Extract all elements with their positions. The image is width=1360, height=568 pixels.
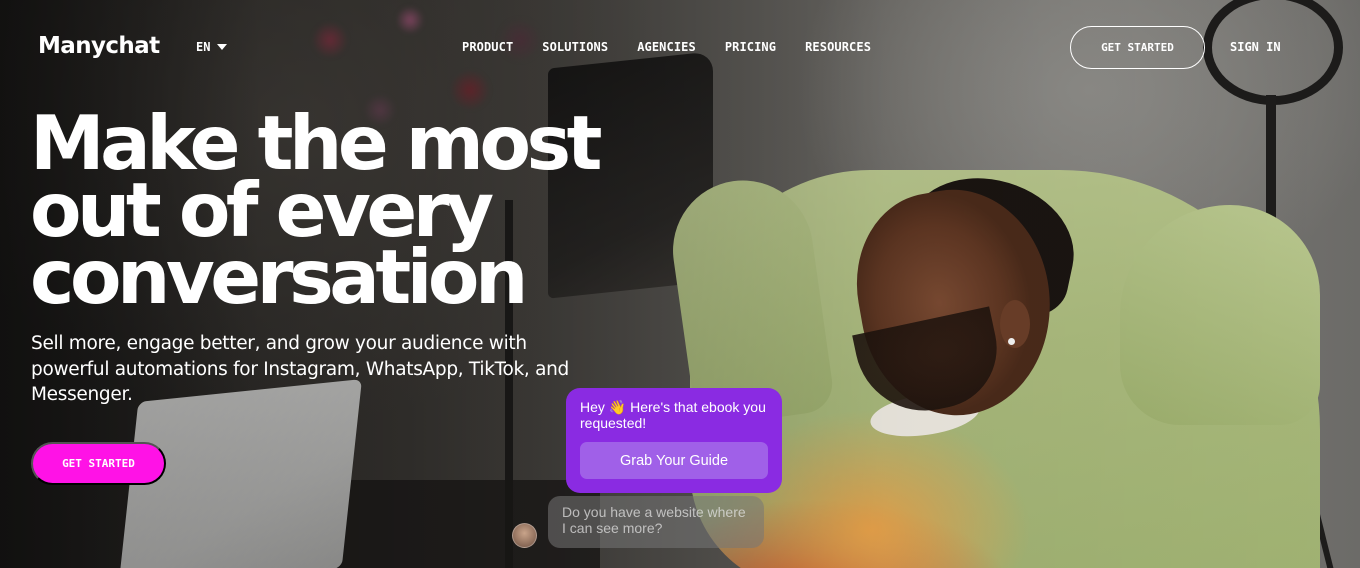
avatar <box>512 523 537 548</box>
chevron-down-icon <box>217 44 228 50</box>
user-reply-bubble: Do you have a website where I can see mo… <box>548 496 764 548</box>
language-selector[interactable]: EN <box>196 40 228 54</box>
grab-guide-button[interactable]: Grab Your Guide <box>580 442 768 479</box>
bot-message-text: Hey 👋 Here's that ebook you requested! <box>580 399 766 431</box>
hero-get-started-button[interactable]: GET STARTED <box>31 442 166 485</box>
menu-item-resources[interactable]: RESOURCES <box>805 40 871 54</box>
menu-item-product[interactable]: PRODUCT <box>462 40 513 54</box>
bot-message-card: Hey 👋 Here's that ebook you requested! G… <box>566 388 782 493</box>
menu-item-solutions[interactable]: SOLUTIONS <box>542 40 608 54</box>
menu-item-pricing[interactable]: PRICING <box>725 40 776 54</box>
hero-title: Make the most out of every conversation <box>30 106 670 321</box>
header-get-started-button[interactable]: GET STARTED <box>1070 26 1205 69</box>
sign-in-link[interactable]: SIGN IN <box>1230 40 1281 54</box>
language-label: EN <box>196 40 211 54</box>
menu-item-agencies[interactable]: AGENCIES <box>637 40 696 54</box>
hero-title-line-3: conversation <box>30 233 528 321</box>
manychat-logo[interactable]: Manychat <box>38 33 160 59</box>
main-menu: PRODUCT SOLUTIONS AGENCIES PRICING RESOU… <box>462 40 871 54</box>
top-navigation: Manychat EN PRODUCT SOLUTIONS AGENCIES P… <box>0 0 1360 94</box>
hero-subtitle: Sell more, engage better, and grow your … <box>31 333 569 405</box>
